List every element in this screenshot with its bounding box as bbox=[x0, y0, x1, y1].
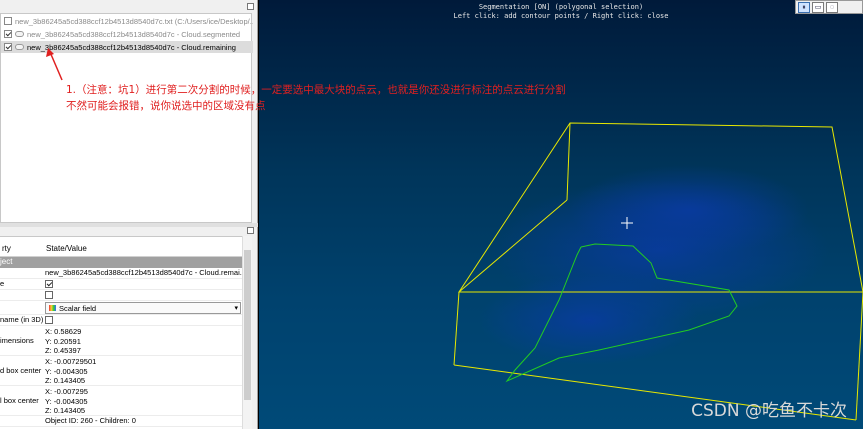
annotation-line2: 不然可能会报错，说你说选中的区域没有点 bbox=[66, 100, 266, 112]
annotation-arrow bbox=[49, 51, 63, 81]
arrowhead-icon bbox=[46, 48, 54, 57]
annotation-line1: 1.（注意：坑1）进行第二次分割的时候，一定要选中最大块的点云，也就是你还没进行… bbox=[66, 84, 566, 96]
annotation-arrow-layer bbox=[46, 48, 63, 81]
